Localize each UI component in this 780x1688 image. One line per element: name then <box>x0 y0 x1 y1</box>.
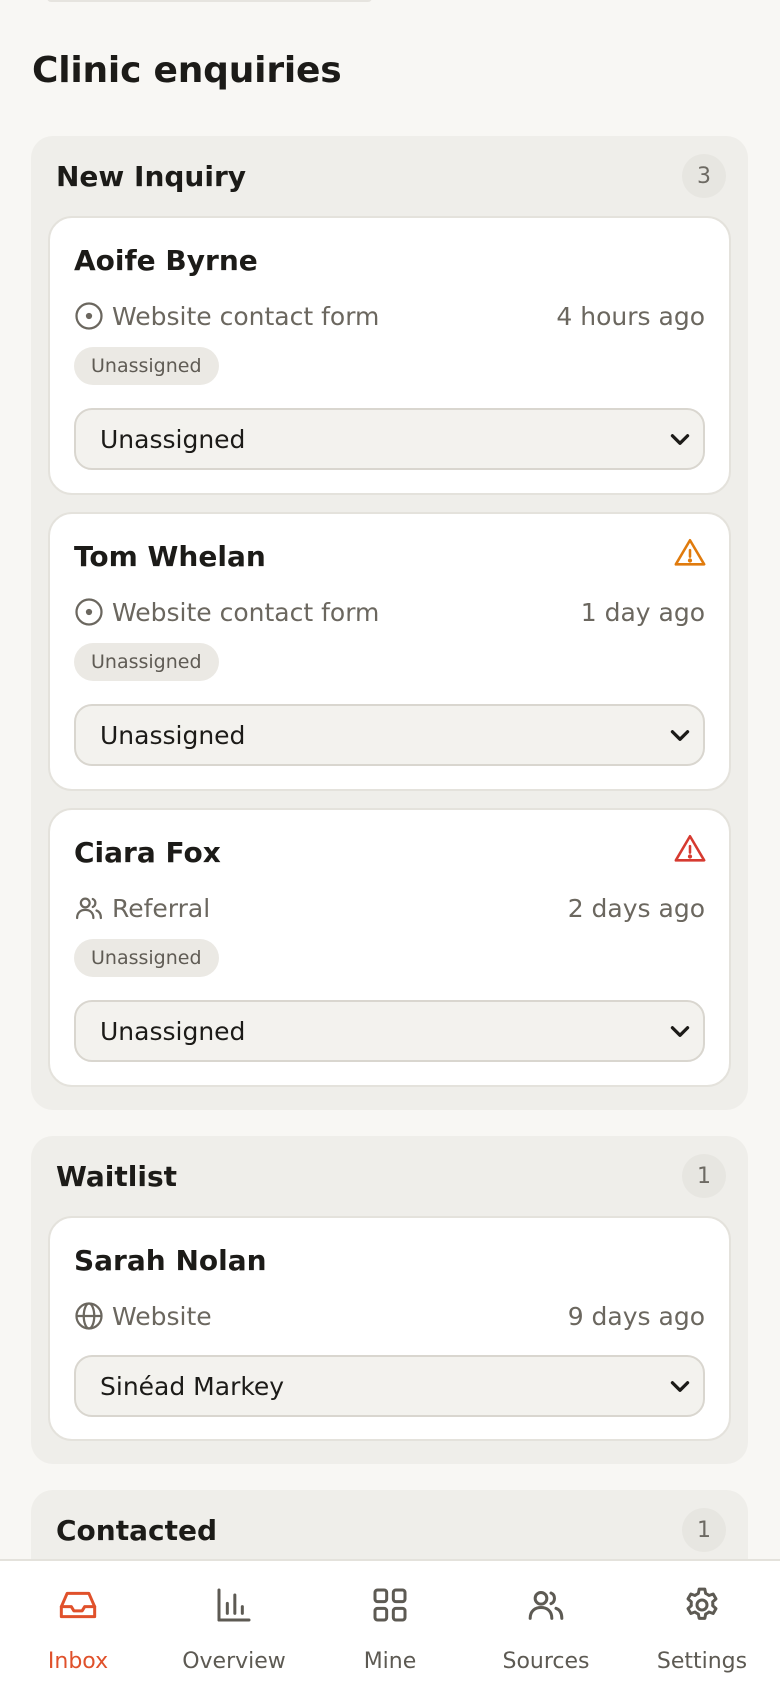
column-title: Contacted <box>56 1514 218 1547</box>
enquiry-card[interactable]: Sarah Nolan Website 9 days ago Sinéad Ma… <box>48 1216 731 1441</box>
status-badge: Unassigned <box>74 939 219 977</box>
assignee-value: Unassigned <box>100 720 246 750</box>
previous-card-edge <box>47 0 372 2</box>
enquiry-card[interactable]: Aoife Byrne Website contact form 4 hours… <box>48 216 731 495</box>
globe-icon <box>75 1302 103 1330</box>
source-label: Website contact form <box>112 597 380 627</box>
target-icon <box>75 302 103 330</box>
source-label: Website contact form <box>112 301 380 331</box>
nav-label: Mine <box>363 1649 417 1674</box>
assignee-select[interactable]: Unassigned <box>74 1000 705 1062</box>
column-count-badge: 1 <box>682 1154 726 1198</box>
nav-item-sources[interactable]: Sources <box>468 1561 624 1688</box>
time-ago: 2 days ago <box>567 893 705 923</box>
column-title: New Inquiry <box>56 160 247 193</box>
page-title: Clinic enquiries <box>32 50 342 91</box>
assignee-select[interactable]: Sinéad Markey <box>74 1355 705 1417</box>
column-header: Waitlist 1 <box>31 1136 748 1214</box>
status-badge: Unassigned <box>74 347 219 385</box>
time-ago: 9 days ago <box>567 1301 705 1331</box>
column-title: Waitlist <box>56 1160 178 1193</box>
column-new-inquiry: New Inquiry 3 Aoife Byrne Website contac… <box>31 136 748 1110</box>
users-icon <box>76 897 102 920</box>
contact-name: Tom Whelan <box>74 540 266 573</box>
chevron-down-icon <box>670 1381 690 1392</box>
contact-name: Ciara Fox <box>74 836 221 869</box>
nav-label: Inbox <box>47 1649 109 1674</box>
time-ago: 1 day ago <box>580 597 705 627</box>
enquiry-card[interactable]: Tom Whelan Website contact form 1 day ag… <box>48 512 731 791</box>
status-badge: Unassigned <box>74 643 219 681</box>
chevron-down-icon <box>670 434 690 445</box>
bottom-nav: Inbox Overview Mine Sources Settings <box>0 1559 780 1688</box>
assignee-select[interactable]: Unassigned <box>74 408 705 470</box>
assignee-value: Unassigned <box>100 1016 246 1046</box>
nav-item-mine[interactable]: Mine <box>312 1561 468 1688</box>
target-icon <box>75 598 103 626</box>
contact-name: Sarah Nolan <box>74 1244 267 1277</box>
nav-label: Sources <box>502 1649 590 1674</box>
enquiry-card[interactable]: Ciara Fox Referral 2 days ago Unassigned… <box>48 808 731 1087</box>
assignee-select[interactable]: Unassigned <box>74 704 705 766</box>
nav-item-inbox[interactable]: Inbox <box>0 1561 156 1688</box>
assignee-value: Unassigned <box>100 424 246 454</box>
column-count-badge: 3 <box>682 154 726 198</box>
nav-label: Settings <box>656 1649 748 1674</box>
column-header: Contacted 1 <box>31 1490 748 1568</box>
users-icon <box>528 1591 564 1620</box>
time-ago: 4 hours ago <box>556 301 705 331</box>
nav-item-overview[interactable]: Overview <box>156 1561 312 1688</box>
grid-icon <box>373 1588 407 1622</box>
assignee-value: Sinéad Markey <box>100 1371 285 1401</box>
source-label: Referral <box>112 893 211 923</box>
contact-name: Aoife Byrne <box>74 244 258 277</box>
card-meta: Website contact form 4 hours ago <box>74 298 705 334</box>
inbox-icon <box>59 1591 97 1619</box>
warning-icon <box>674 538 706 566</box>
card-meta: Referral 2 days ago <box>74 890 705 926</box>
chevron-down-icon <box>670 730 690 741</box>
column-header: New Inquiry 3 <box>31 136 748 214</box>
chevron-down-icon <box>670 1026 690 1037</box>
nav-item-settings[interactable]: Settings <box>624 1561 780 1688</box>
card-meta: Website contact form 1 day ago <box>74 594 705 630</box>
column-count-badge: 1 <box>682 1508 726 1552</box>
column-waitlist: Waitlist 1 Sarah Nolan Website 9 days ag… <box>31 1136 748 1464</box>
gear-icon <box>686 1587 718 1620</box>
source-label: Website <box>112 1301 212 1331</box>
bar-chart-icon <box>217 1588 251 1622</box>
card-meta: Website 9 days ago <box>74 1298 705 1334</box>
danger-icon <box>674 834 706 862</box>
nav-label: Overview <box>182 1649 286 1674</box>
